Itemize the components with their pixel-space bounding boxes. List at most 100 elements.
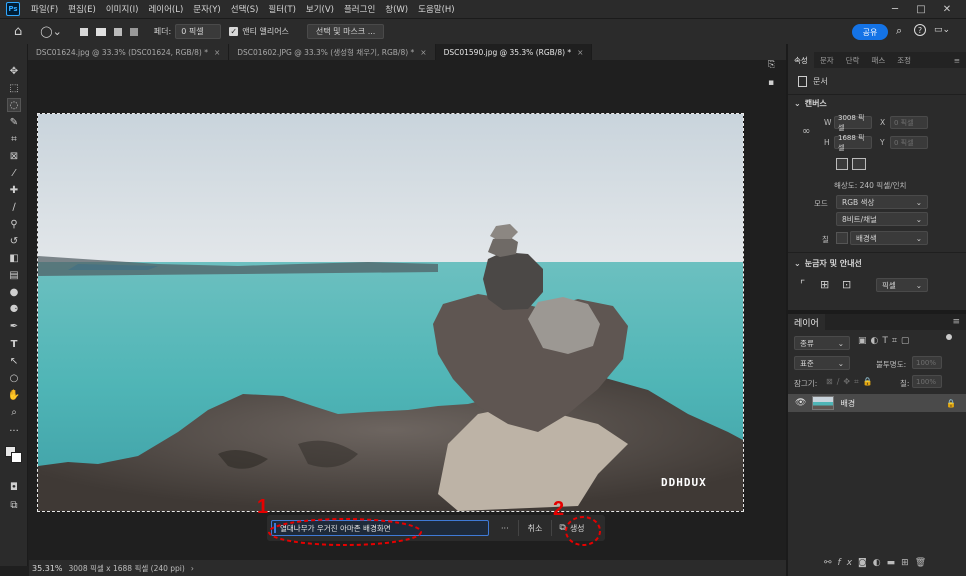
brush-tool-icon[interactable]: ∕ bbox=[7, 200, 21, 214]
visibility-eye-icon[interactable]: 👁 bbox=[795, 398, 806, 408]
zoom-tool-icon[interactable]: ⌕ bbox=[7, 405, 21, 419]
move-tool-icon[interactable]: ✥ bbox=[7, 64, 21, 78]
history-panel-icon[interactable]: ⎘ bbox=[768, 60, 775, 70]
fx-icon[interactable]: fx bbox=[838, 558, 859, 568]
zoom-level[interactable]: 35.31% bbox=[32, 564, 63, 573]
canvas-section-header[interactable]: ⌄ 캔버스 bbox=[794, 98, 827, 109]
panel-menu-icon[interactable]: ≡ bbox=[952, 317, 960, 327]
new-selection-icon[interactable] bbox=[79, 27, 88, 36]
layer-row-background[interactable]: 👁 배경 🔒 bbox=[788, 394, 966, 412]
fill-opacity-field[interactable]: 100% bbox=[912, 375, 942, 388]
blend-mode-select[interactable]: 표준 ⌄ bbox=[794, 356, 850, 370]
quick-mask-icon[interactable]: ◘ bbox=[7, 480, 21, 494]
grid-icon[interactable]: ⊞ bbox=[820, 278, 829, 291]
document-canvas[interactable]: DDHDUX bbox=[37, 113, 744, 512]
intersect-selection-icon[interactable] bbox=[129, 27, 138, 36]
tab-dsc01624[interactable]: DSC01624.jpg @ 33.3% (DSC01624, RGB/8) *… bbox=[28, 44, 230, 60]
minimize-icon[interactable]: ─ bbox=[884, 0, 906, 18]
tab-layers[interactable]: 레이어 bbox=[788, 314, 825, 330]
tab-properties[interactable]: 속성 bbox=[788, 52, 814, 68]
tab-dsc01590[interactable]: DSC01590.jpg @ 35.3% (RGB/8) * × bbox=[435, 44, 593, 60]
select-mask-button[interactable]: 선택 및 마스크 ... bbox=[306, 24, 385, 39]
share-button[interactable]: 공유 bbox=[852, 24, 888, 40]
eyedropper-tool-icon[interactable]: ⁄ bbox=[7, 166, 21, 180]
pen-tool-icon[interactable]: ✒ bbox=[7, 319, 21, 333]
guides-section-header[interactable]: ⌄ 눈금자 및 안내선 bbox=[794, 258, 862, 269]
layer-filter-select[interactable]: 종류 ⌄ bbox=[794, 336, 850, 350]
fill-select[interactable]: 배경색 ⌄ bbox=[850, 231, 928, 245]
blur-tool-icon[interactable]: ● bbox=[7, 285, 21, 299]
background-color-swatch[interactable] bbox=[11, 452, 22, 463]
close-icon[interactable]: × bbox=[420, 48, 426, 57]
menu-window[interactable]: 창(W) bbox=[380, 3, 413, 15]
ruler-icon[interactable]: ⌜ bbox=[800, 278, 805, 291]
tab-character[interactable]: 문자 bbox=[814, 52, 840, 68]
tab-dsc01602[interactable]: DSC01602.JPG @ 33.3% (생성형 채우기, RGB/8) * … bbox=[229, 44, 436, 60]
type-tool-icon[interactable]: T bbox=[7, 337, 21, 351]
lock-icon[interactable]: 🔒 bbox=[946, 399, 956, 408]
close-window-icon[interactable]: ✕ bbox=[936, 0, 958, 18]
menu-layer[interactable]: 레이어(L) bbox=[143, 3, 188, 15]
shape-tool-icon[interactable]: ○ bbox=[7, 371, 21, 385]
y-field[interactable]: 0 픽셀 bbox=[890, 136, 928, 149]
gradient-tool-icon[interactable]: ▤ bbox=[7, 268, 21, 282]
panel-menu-icon[interactable]: ≡ bbox=[948, 52, 966, 68]
subtract-selection-icon[interactable] bbox=[113, 27, 122, 36]
menu-plugins[interactable]: 플러그인 bbox=[339, 3, 380, 15]
eraser-tool-icon[interactable]: ◧ bbox=[7, 251, 21, 265]
add-selection-icon[interactable] bbox=[95, 27, 106, 36]
landscape-orientation-icon[interactable] bbox=[852, 158, 866, 170]
menu-help[interactable]: 도움말(H) bbox=[413, 3, 459, 15]
antialias-checkbox[interactable]: ✓ bbox=[229, 27, 239, 36]
menu-type[interactable]: 문자(Y) bbox=[188, 3, 225, 15]
tab-paths[interactable]: 패스 bbox=[865, 52, 891, 68]
more-options-button[interactable]: ··· bbox=[495, 520, 515, 536]
guides-icon[interactable]: ⊡ bbox=[842, 278, 851, 291]
marquee-tool-icon[interactable]: ⬚ bbox=[7, 81, 21, 95]
menu-edit[interactable]: 편집(E) bbox=[63, 3, 101, 15]
layer-filter-icons[interactable]: ▣◐T⌗▢ bbox=[858, 336, 913, 346]
crop-tool-icon[interactable]: ⌗ bbox=[7, 132, 21, 146]
home-icon[interactable]: ⌂ bbox=[14, 24, 22, 39]
search-icon[interactable]: ⌕ bbox=[896, 24, 902, 38]
filter-toggle-icon[interactable] bbox=[946, 334, 952, 340]
dodge-tool-icon[interactable]: ⚈ bbox=[7, 302, 21, 316]
close-icon[interactable]: × bbox=[577, 48, 583, 57]
more-tools-icon[interactable]: ··· bbox=[7, 424, 21, 438]
adjustment-layer-icon[interactable]: ◐ bbox=[873, 558, 887, 568]
portrait-orientation-icon[interactable] bbox=[836, 158, 848, 170]
link-icon[interactable]: ∞ bbox=[802, 126, 810, 137]
tab-paragraph[interactable]: 단락 bbox=[840, 52, 866, 68]
frame-tool-icon[interactable]: ⊠ bbox=[7, 149, 21, 163]
height-field[interactable]: 1688 픽셀 bbox=[834, 134, 872, 152]
clone-stamp-tool-icon[interactable]: ⚲ bbox=[7, 217, 21, 231]
opacity-field[interactable]: 100% bbox=[912, 356, 942, 369]
quick-select-tool-icon[interactable]: ✎ bbox=[7, 115, 21, 129]
lock-icons[interactable]: ⊠∕✥⌗🔒 bbox=[826, 377, 877, 387]
close-icon[interactable]: × bbox=[214, 48, 220, 57]
menu-view[interactable]: 보기(V) bbox=[301, 3, 339, 15]
menu-file[interactable]: 파일(F) bbox=[26, 3, 63, 15]
width-field[interactable]: 3008 픽셀 bbox=[834, 114, 872, 132]
new-layer-icon[interactable]: ⊞ bbox=[901, 558, 915, 568]
maximize-icon[interactable]: □ bbox=[910, 0, 932, 18]
trash-icon[interactable]: 🗑 bbox=[915, 558, 932, 568]
path-selection-tool-icon[interactable]: ↖ bbox=[7, 354, 21, 368]
color-mode-select[interactable]: RGB 색상 ⌄ bbox=[836, 195, 928, 209]
lasso-tool-icon[interactable]: ◌ bbox=[7, 98, 21, 112]
feather-input[interactable]: 0 픽셀 bbox=[175, 24, 222, 39]
menu-select[interactable]: 선택(S) bbox=[226, 3, 264, 15]
hand-tool-icon[interactable]: ✋ bbox=[7, 388, 21, 402]
screen-mode-icon[interactable]: ⧉ bbox=[7, 498, 21, 512]
lasso-tool-preset-icon[interactable]: ◯⌄ bbox=[40, 25, 62, 38]
menu-image[interactable]: 이미지(I) bbox=[101, 3, 144, 15]
units-select[interactable]: 픽셀 ⌄ bbox=[876, 278, 928, 292]
x-field[interactable]: 0 픽셀 bbox=[890, 116, 928, 129]
tab-adjustments[interactable]: 조정 bbox=[891, 52, 917, 68]
workspace-icon[interactable]: ▭⌄ bbox=[934, 25, 950, 35]
link-layers-icon[interactable]: ⚯ bbox=[824, 558, 838, 568]
new-group-icon[interactable]: ▬ bbox=[887, 558, 902, 568]
fill-swatch[interactable] bbox=[836, 232, 848, 244]
comments-panel-icon[interactable]: ▪ bbox=[768, 78, 774, 88]
bit-depth-select[interactable]: 8비트/채널 ⌄ bbox=[836, 212, 928, 226]
